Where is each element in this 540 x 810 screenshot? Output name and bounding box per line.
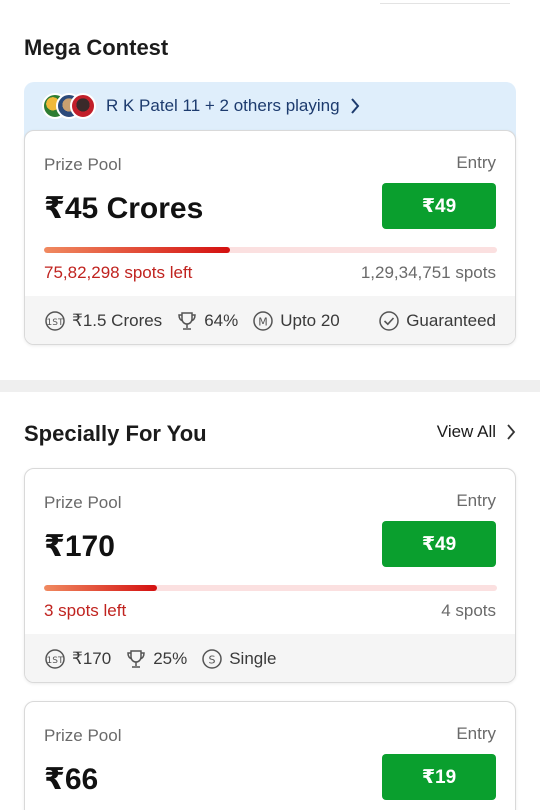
multi-entry-value: Upto 20 — [280, 311, 340, 330]
m-badge-icon: M — [252, 310, 274, 332]
s-badge-icon: S — [201, 648, 223, 670]
win-percent-value: 64% — [204, 311, 239, 330]
svg-text:1ST: 1ST — [47, 656, 64, 666]
view-all-link[interactable]: View All — [437, 422, 516, 442]
svg-text:M: M — [258, 316, 268, 329]
svg-text:S: S — [209, 654, 216, 667]
prize-amount: ₹66 — [44, 763, 99, 796]
spots-progress-bar — [44, 247, 497, 253]
entry-label: Entry — [456, 724, 496, 743]
view-all-label: View All — [436, 422, 496, 441]
trophy-icon — [125, 648, 147, 670]
chevron-right-icon — [350, 92, 360, 114]
guaranteed-label: Guaranteed — [406, 311, 496, 330]
spots-left-text: 75,82,298 spots left — [44, 263, 193, 282]
first-prize-info: 1ST ₹1.5 Crores — [44, 310, 162, 332]
svg-text:1ST: 1ST — [47, 318, 64, 328]
contest-card-special[interactable]: Prize Pool Entry ₹170 ₹49 3 spots left 4… — [24, 468, 516, 683]
win-percent-info: 25% — [125, 648, 187, 670]
spots-left-text: 3 spots left — [44, 601, 127, 620]
single-entry-info: S Single — [201, 648, 276, 670]
prize-amount: ₹45 Crores — [44, 192, 204, 225]
first-prize-value: ₹170 — [72, 649, 112, 668]
specially-for-you-title: Specially For You — [24, 421, 207, 446]
win-percent-info: 64% — [176, 310, 238, 332]
multi-entry-info: M Upto 20 — [252, 310, 340, 332]
trophy-icon — [176, 310, 198, 332]
entry-fee-button[interactable]: ₹49 — [382, 521, 496, 567]
prize-amount: ₹170 — [44, 530, 115, 563]
first-prize-value: ₹1.5 Crores — [72, 311, 163, 330]
check-circle-icon — [378, 310, 400, 332]
contest-info-row: 1ST ₹1.5 Crores 64% M Upto 20 Guaranteed — [25, 296, 515, 344]
prize-pool-label: Prize Pool — [44, 155, 122, 174]
entry-label: Entry — [456, 153, 496, 172]
total-spots-text: 4 spots — [441, 601, 496, 620]
first-rank-medal-icon: 1ST — [44, 310, 66, 332]
mega-contest-title: Mega Contest — [24, 35, 169, 60]
section-divider — [0, 380, 540, 392]
contest-card-mega[interactable]: Prize Pool Entry ₹45 Crores ₹49 75,82,29… — [24, 130, 516, 345]
prize-pool-label: Prize Pool — [44, 493, 122, 512]
entry-fee-button[interactable]: ₹19 — [382, 754, 496, 800]
chevron-right-icon — [507, 424, 516, 440]
win-percent-value: 25% — [153, 649, 188, 668]
first-rank-medal-icon: 1ST — [44, 648, 66, 670]
entry-label: Entry — [456, 491, 496, 510]
friends-playing-text: R K Patel 11 + 2 others playing — [106, 96, 340, 115]
friend-avatars — [42, 92, 96, 120]
entry-fee-button[interactable]: ₹49 — [382, 183, 496, 229]
total-spots-text: 1,29,34,751 spots — [360, 263, 496, 282]
first-prize-info: 1ST ₹170 — [44, 648, 111, 670]
single-entry-value: Single — [229, 649, 277, 668]
spots-progress-fill — [44, 247, 230, 253]
spots-progress-bar — [44, 585, 497, 591]
contest-info-row: 1ST ₹170 25% S Single — [25, 634, 515, 682]
contest-card-third[interactable]: Prize Pool Entry ₹66 ₹19 — [24, 701, 516, 810]
top-divider — [380, 0, 510, 4]
prize-pool-label: Prize Pool — [44, 726, 122, 745]
spots-progress-fill — [44, 585, 158, 591]
avatar — [70, 93, 96, 119]
guaranteed-info: Guaranteed — [378, 310, 496, 332]
